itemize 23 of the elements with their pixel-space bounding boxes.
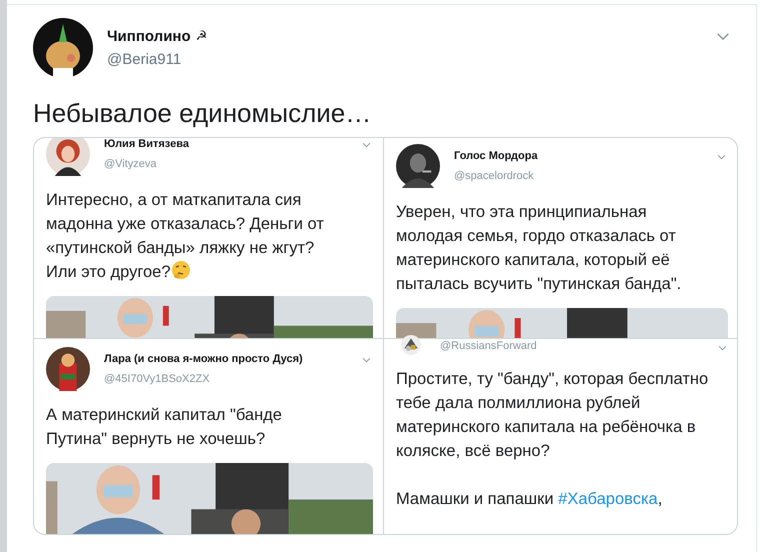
author-handle: @Vityzeva — [104, 158, 158, 170]
thinking-face-icon — [170, 260, 191, 280]
tweet-text: Небывалое единомыслие… — [33, 98, 372, 129]
chevron-icon[interactable] — [718, 345, 727, 351]
tweet-text: Уверен, что эта принципиальная молодая семья, гордо отказалась от материнского капитала, который её пыталась всучить "путинская банда". — [396, 202, 682, 295]
author-name: Лара (и снова я-можно просто Дуся) — [104, 353, 303, 365]
author-handle: @spacelordrock — [454, 170, 535, 182]
author-name: Чипполино — [107, 28, 191, 45]
author-handle: @45I70Vy1BSoX2ZX — [104, 373, 211, 385]
chevron-icon[interactable] — [362, 357, 371, 363]
author-handle: @Beria911 — [107, 51, 182, 68]
tweet-text: Мамашки и папашки #Хабаровска, — [396, 489, 664, 510]
tweet-text: Интересно, а от маткапитала сия мадонна уже отказалась? Деньги от «путинской банды» ляжку не жгут? Или это другое? — [46, 190, 325, 283]
tweet-text: Простите, ту "банду", которая бесплатно тебе дала полмиллиона рублей материнского капитала на ребёночка в коляске, всё верно? — [396, 369, 710, 462]
author-name: Голос Мордора — [454, 150, 538, 162]
chevron-icon[interactable] — [716, 32, 730, 41]
author-handle: @RussiansForward — [440, 340, 537, 352]
author-symbol: ☭ — [196, 29, 208, 44]
chevron-icon[interactable] — [717, 154, 726, 160]
chevron-icon[interactable] — [362, 142, 371, 148]
hashtag-link[interactable]: #Хабаровска — [558, 490, 658, 508]
author-name: Юлия Витязева — [104, 138, 189, 150]
tweet-text: А материнский капитал "банде Путина" вернуть не хочешь? — [46, 405, 283, 450]
